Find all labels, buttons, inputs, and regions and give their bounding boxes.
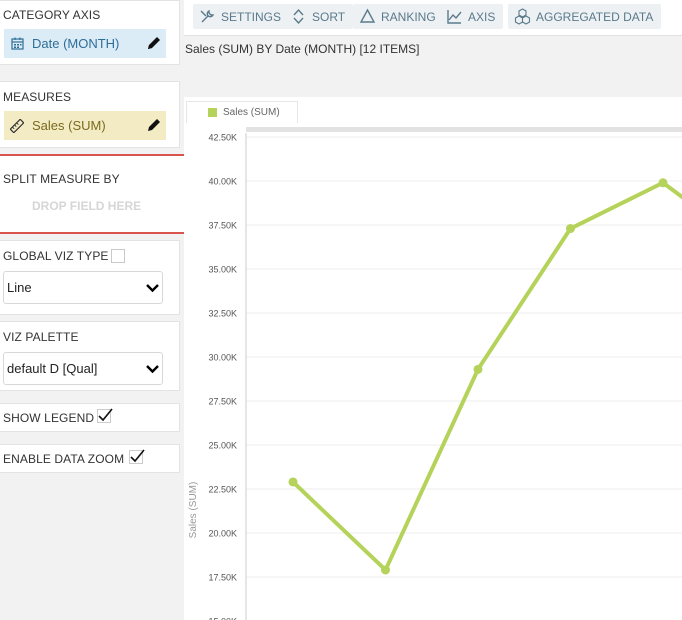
line-chart-icon [447, 10, 462, 24]
sort-button[interactable]: SORT [284, 4, 354, 29]
global-viz-type-panel: GLOBAL VIZ TYPE Line [0, 240, 180, 315]
legend[interactable]: Sales (SUM) [186, 101, 298, 123]
enable-data-zoom-panel: ENABLE DATA ZOOM [0, 444, 180, 473]
measures-field-chip[interactable]: Sales (SUM) [4, 111, 166, 140]
wrench-icon [200, 9, 215, 23]
sort-label: SORT [312, 9, 346, 24]
edit-measure-icon[interactable] [146, 117, 162, 133]
aggregated-data-button[interactable]: AGGREGATED DATA [508, 4, 662, 29]
drop-field-placeholder[interactable]: DROP FIELD HERE [32, 199, 141, 213]
legend-swatch [208, 108, 217, 117]
settings-button[interactable]: SETTINGS [193, 4, 290, 29]
category-axis-panel: CATEGORY AXIS Date (MONTH) [0, 0, 180, 65]
axis-button[interactable]: AXIS [440, 4, 504, 29]
measures-title: MEASURES [3, 90, 72, 104]
show-legend-panel: SHOW LEGEND [0, 403, 180, 432]
category-axis-field-chip[interactable]: Date (MONTH) [4, 29, 166, 58]
legend-label: Sales (SUM) [223, 107, 280, 118]
aggregated-data-label: AGGREGATED DATA [536, 9, 654, 24]
data-zoom-bar[interactable] [246, 127, 682, 132]
measures-field-label: Sales (SUM) [32, 118, 106, 133]
edit-category-icon[interactable] [146, 35, 162, 51]
chart-title: Sales (SUM) BY Date (MONTH) [12 ITEMS] [185, 42, 420, 56]
global-viz-type-title: GLOBAL VIZ TYPE [3, 249, 109, 263]
viz-type-value: Line [7, 280, 32, 295]
split-measure-title: SPLIT MEASURE BY [3, 172, 120, 186]
viz-palette-panel: VIZ PALETTE default D [Qual] [0, 321, 180, 391]
viz-type-select[interactable]: Line [3, 271, 163, 304]
viz-palette-value: default D [Qual] [7, 361, 98, 376]
axis-label: AXIS [468, 9, 496, 24]
global-viz-type-checkbox[interactable] [111, 249, 125, 263]
ranking-label: RANKING [381, 9, 436, 24]
show-legend-title: SHOW LEGEND [3, 411, 95, 425]
chart-area [184, 97, 682, 620]
calendar-icon [10, 37, 24, 51]
ruler-icon [10, 118, 24, 133]
category-axis-field-label: Date (MONTH) [32, 36, 120, 51]
cubes-icon [514, 8, 531, 25]
enable-data-zoom-title: ENABLE DATA ZOOM [3, 452, 125, 466]
chevron-down-icon [146, 284, 159, 293]
viz-palette-title: VIZ PALETTE [3, 330, 79, 344]
viz-palette-select[interactable]: default D [Qual] [3, 352, 163, 385]
chart-toolbar: SETTINGS SORT RANKING AXIS AGGREGATED DA… [184, 0, 682, 36]
category-axis-title: CATEGORY AXIS [3, 8, 101, 22]
split-measure-panel[interactable]: SPLIT MEASURE BY DROP FIELD HERE [0, 154, 194, 234]
measures-panel: MEASURES Sales (SUM) [0, 81, 180, 148]
settings-label: SETTINGS [221, 9, 282, 24]
show-legend-checkbox[interactable] [97, 408, 113, 424]
enable-data-zoom-checkbox[interactable] [129, 449, 145, 465]
triangle-icon [359, 8, 376, 23]
chevron-down-icon [146, 365, 159, 374]
ranking-button[interactable]: RANKING [353, 4, 444, 29]
sort-icon [293, 8, 304, 25]
